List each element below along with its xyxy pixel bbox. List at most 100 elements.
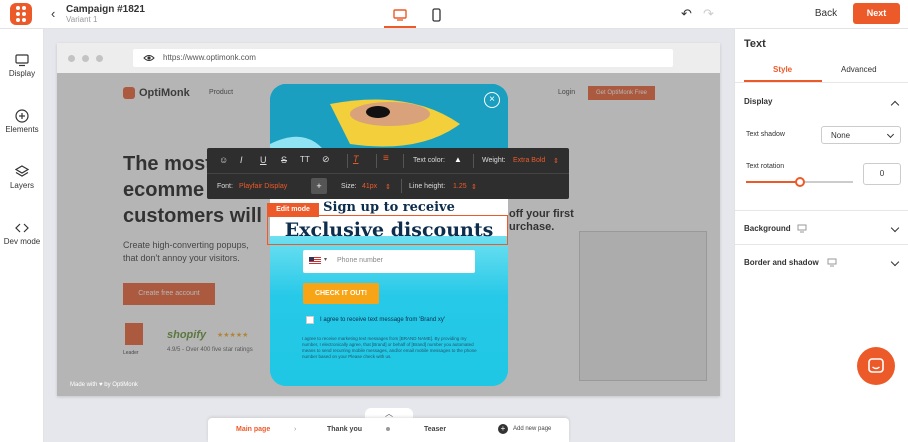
size-label: Size: bbox=[341, 183, 357, 190]
chevron-down-icon[interactable] bbox=[890, 257, 900, 267]
rotation-slider-handle[interactable] bbox=[794, 177, 805, 187]
chevron-up-icon[interactable] bbox=[890, 100, 900, 110]
weight-select[interactable]: Extra Bold bbox=[513, 157, 545, 164]
site-cta-main: Create free account bbox=[123, 283, 215, 305]
legal-text: I agree to receive marketing text messag… bbox=[302, 336, 477, 359]
desktop-small-icon bbox=[827, 258, 837, 267]
add-new-page-button[interactable]: Add new page bbox=[513, 426, 551, 432]
plus-circle-icon bbox=[15, 109, 29, 123]
site-cta-top: Get OptiMonk Free bbox=[588, 86, 655, 100]
site-nav-product: Product bbox=[209, 89, 234, 96]
align-icon[interactable]: ≡ bbox=[383, 153, 389, 164]
url-bar: https://www.optimonk.com bbox=[133, 49, 673, 67]
mobile-icon bbox=[431, 8, 441, 22]
mobile-view-button[interactable] bbox=[428, 4, 444, 26]
sidebar-item-dev-mode[interactable]: Dev mode bbox=[0, 219, 44, 246]
consent-checkbox[interactable] bbox=[306, 316, 314, 324]
site-brand: OptiMonk bbox=[139, 87, 190, 99]
shopify-logo: shopify bbox=[167, 329, 207, 341]
next-button[interactable]: Next bbox=[853, 3, 900, 24]
close-icon[interactable]: × bbox=[484, 92, 500, 108]
add-page-icon[interactable]: + bbox=[498, 424, 508, 434]
desktop-view-button[interactable] bbox=[384, 4, 416, 28]
url-text: https://www.optimonk.com bbox=[163, 53, 256, 62]
desktop-small-icon bbox=[797, 224, 807, 233]
sidebar-item-label: Layers bbox=[9, 181, 34, 190]
chevron-right-icon: › bbox=[294, 426, 297, 433]
underline-icon[interactable]: U bbox=[260, 155, 267, 165]
text-format-toolbar: ☺ I U S TT ⊘ T ≡ Text color: ▲ Weight: E… bbox=[207, 148, 569, 199]
left-sidebar: Display Elements Layers Dev mode bbox=[0, 29, 44, 442]
tab-advanced[interactable]: Advanced bbox=[841, 65, 877, 74]
divider bbox=[735, 244, 908, 245]
tab-main-page[interactable]: Main page bbox=[236, 426, 270, 433]
optimonk-logo-icon[interactable] bbox=[10, 3, 32, 25]
text-shadow-label: Text shadow bbox=[746, 131, 785, 138]
add-font-button[interactable]: + bbox=[311, 178, 327, 194]
toolbar-divider bbox=[401, 179, 402, 193]
panel-title: Text bbox=[744, 38, 766, 50]
back-button[interactable]: Back bbox=[808, 5, 844, 23]
display-section-title[interactable]: Display bbox=[744, 97, 772, 106]
rotation-slider-track[interactable] bbox=[746, 177, 853, 187]
chevron-down-icon[interactable] bbox=[890, 223, 900, 233]
size-select[interactable]: 41px bbox=[362, 183, 377, 190]
strikethrough-icon[interactable]: S bbox=[281, 155, 287, 165]
tab-thank-you[interactable]: Thank you bbox=[327, 426, 362, 433]
popup-cta-button[interactable]: CHECK IT OUT! bbox=[303, 283, 379, 304]
background-section-title[interactable]: Background bbox=[744, 224, 791, 233]
sidebar-item-layers[interactable]: Layers bbox=[0, 163, 44, 190]
sidebar-item-display[interactable]: Display bbox=[0, 51, 44, 78]
phone-placeholder: Phone number bbox=[337, 257, 383, 264]
tab-teaser[interactable]: Teaser bbox=[424, 426, 446, 433]
sidebar-item-elements[interactable]: Elements bbox=[0, 107, 44, 134]
weight-chevron-icon[interactable]: ⇕ bbox=[553, 157, 559, 165]
campaign-title: Campaign #1821 bbox=[66, 4, 145, 15]
text-color-picker-icon[interactable]: ▲ bbox=[454, 155, 462, 164]
separator-dot bbox=[386, 427, 390, 431]
font-select[interactable]: Playfair Display bbox=[239, 183, 287, 190]
redo-icon[interactable]: ↷ bbox=[703, 6, 714, 22]
weight-label: Weight: bbox=[482, 157, 506, 164]
chat-support-button[interactable] bbox=[857, 347, 895, 385]
phone-input[interactable]: ▾ Phone number bbox=[303, 250, 475, 273]
line-height-select[interactable]: 1.25 bbox=[453, 183, 467, 190]
border-section-title[interactable]: Border and shadow bbox=[744, 258, 819, 267]
country-chevron-icon[interactable]: ▾ bbox=[324, 256, 327, 263]
site-screenshot-panel bbox=[579, 231, 707, 381]
link-icon[interactable]: ⊘ bbox=[322, 154, 330, 165]
leader-badge-text: Leader bbox=[123, 350, 139, 356]
tab-style[interactable]: Style bbox=[773, 65, 792, 74]
size-chevron-icon[interactable]: ⇕ bbox=[385, 183, 391, 191]
site-right-heading: off your first urchase. bbox=[509, 208, 574, 233]
window-dot bbox=[68, 55, 75, 62]
sidebar-item-label: Elements bbox=[5, 125, 39, 134]
eye-icon[interactable] bbox=[143, 54, 155, 62]
line-height-label: Line height: bbox=[409, 183, 446, 190]
clear-format-icon[interactable]: T bbox=[353, 154, 359, 164]
leader-badge-icon bbox=[125, 323, 143, 345]
undo-icon[interactable]: ↶ bbox=[681, 6, 692, 22]
rotation-input[interactable]: 0 bbox=[863, 163, 901, 185]
chevron-down-icon bbox=[886, 130, 895, 139]
variant-label: Variant 1 bbox=[66, 15, 98, 24]
layers-icon bbox=[15, 165, 29, 177]
line-height-chevron-icon[interactable]: ⇕ bbox=[471, 183, 477, 191]
back-arrow-icon[interactable]: ‹ bbox=[51, 6, 55, 21]
text-transform-icon[interactable]: TT bbox=[300, 155, 310, 164]
us-flag-icon[interactable] bbox=[309, 257, 321, 265]
page-tabs-bar: Main page › Thank you Teaser + Add new p… bbox=[208, 418, 569, 442]
consent-label: I agree to receive text message from 'Br… bbox=[320, 317, 446, 323]
toolbar-divider bbox=[403, 154, 404, 168]
site-logo-icon bbox=[123, 87, 135, 99]
site-subtext: Create high-converting popups, that don'… bbox=[123, 240, 249, 263]
font-label: Font: bbox=[217, 183, 233, 190]
made-with-text: Made with ♥ by OptiMonk bbox=[70, 382, 138, 388]
text-shadow-select[interactable]: None bbox=[821, 126, 901, 144]
italic-icon[interactable]: I bbox=[240, 155, 243, 165]
code-icon bbox=[15, 223, 29, 233]
rating-text: 4.9/5 - Over 400 five star ratings bbox=[167, 347, 253, 353]
text-color-label: Text color: bbox=[413, 157, 445, 164]
emoji-icon[interactable]: ☺ bbox=[219, 155, 228, 165]
text-shadow-value: None bbox=[831, 131, 851, 140]
